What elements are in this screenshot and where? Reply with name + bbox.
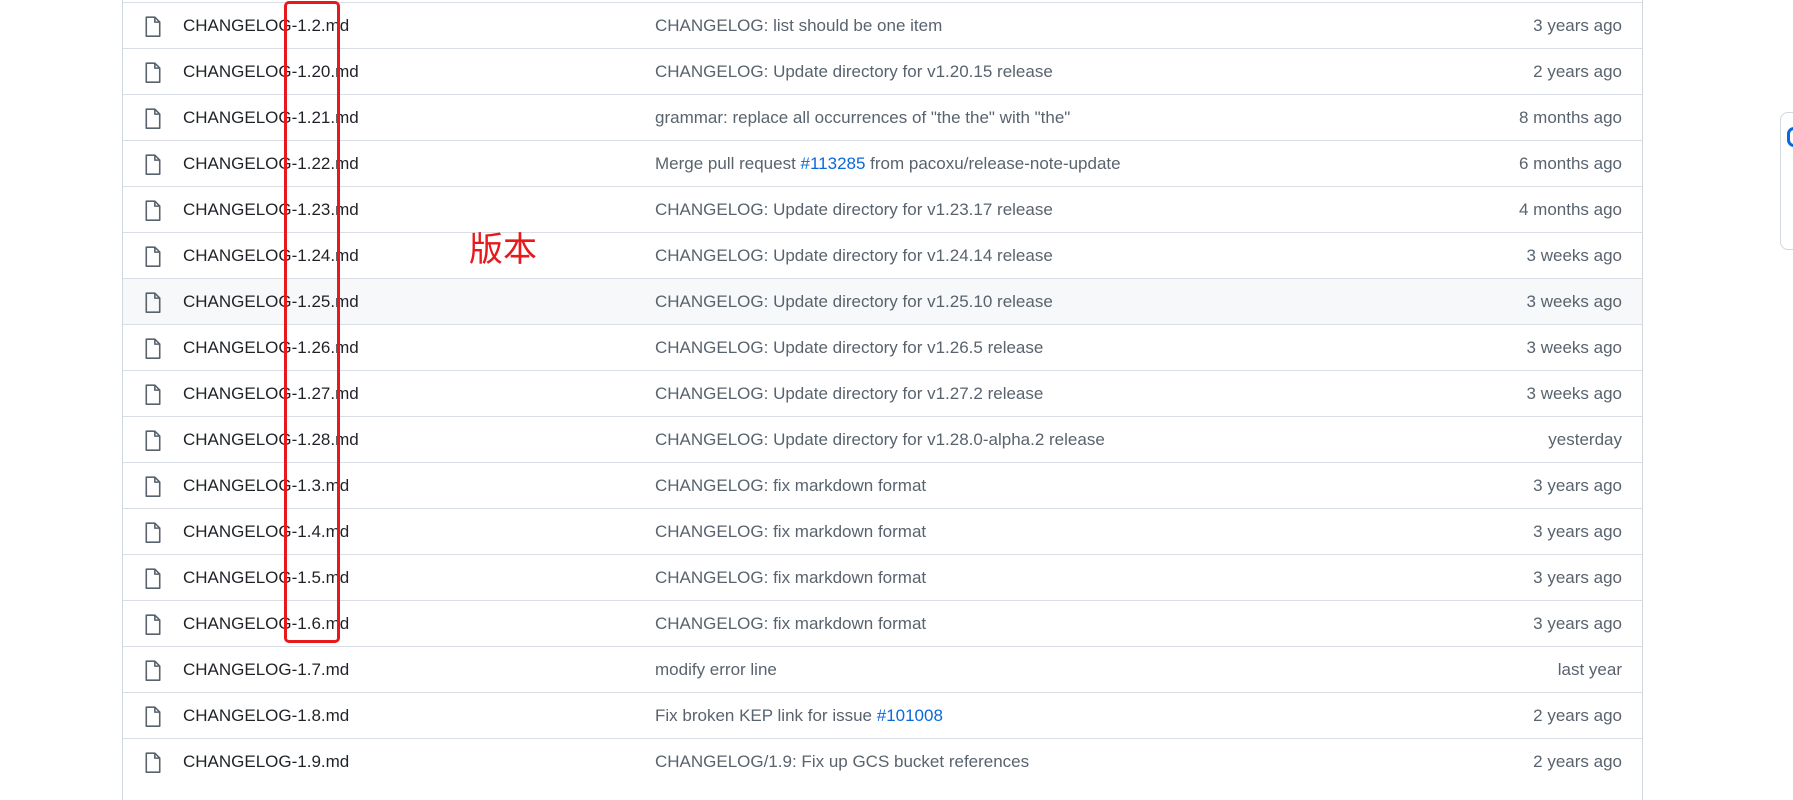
commit-message[interactable]: Fix broken KEP link for issue #101008 [655,705,943,727]
file-name-link[interactable]: CHANGELOG-1.7.md [183,659,349,681]
commit-time: 3 years ago [1533,476,1622,495]
file-icon [145,430,161,451]
file-icon [145,614,161,635]
commit-message-text[interactable]: CHANGELOG: fix markdown format [655,568,926,587]
table-row[interactable]: CHANGELOG-1.8.md Fix broken KEP link for … [123,692,1642,738]
file-icon [145,292,161,313]
table-row[interactable]: CHANGELOG-1.2.md CHANGELOG: list should b… [123,2,1642,48]
commit-time: 3 weeks ago [1526,246,1622,265]
table-row[interactable]: CHANGELOG-1.3.md CHANGELOG: fix markdown … [123,462,1642,508]
commit-message-text[interactable]: CHANGELOG: Update directory for v1.23.17… [655,200,1053,219]
commit-message-text[interactable]: CHANGELOG: Update directory for v1.26.5 … [655,338,1043,357]
commit-time: 3 years ago [1533,614,1622,633]
commit-message[interactable]: CHANGELOG: fix markdown format [655,567,926,589]
file-icon [145,660,161,681]
commit-time: 8 months ago [1518,108,1622,127]
file-name-link[interactable]: CHANGELOG-1.9.md [183,751,349,773]
side-widget[interactable] [1780,112,1793,250]
commit-time: last year [1557,660,1622,679]
commit-message[interactable]: modify error line [655,659,777,681]
table-row[interactable]: CHANGELOG-1.24.md CHANGELOG: Update direc… [123,232,1642,278]
annotation-label: 版本 [469,230,537,270]
commit-time: 2 years ago [1533,62,1622,81]
file-icon [145,476,161,497]
file-icon [145,706,161,727]
commit-message-text[interactable]: CHANGELOG: Update directory for v1.27.2 … [655,384,1043,403]
commit-message-text[interactable]: modify error line [655,660,777,679]
commit-message-text[interactable]: CHANGELOG: fix markdown format [655,614,926,633]
file-icon [145,16,161,37]
file-icon [145,200,161,221]
file-icon [145,568,161,589]
commit-time: 2 years ago [1533,752,1622,771]
commit-message-text[interactable]: CHANGELOG: Update directory for v1.28.0-… [655,430,1105,449]
commit-message[interactable]: CHANGELOG: Update directory for v1.23.17… [655,199,1053,221]
commit-time: 3 weeks ago [1526,292,1622,311]
commit-time: 2 years ago [1533,706,1622,725]
commit-message[interactable]: CHANGELOG: Update directory for v1.26.5 … [655,337,1043,359]
commit-message[interactable]: CHANGELOG: Update directory for v1.25.10… [655,291,1053,313]
file-list: CHANGELOG-1.2.md CHANGELOG: list should b… [122,0,1643,800]
commit-message-text[interactable]: grammar: replace all occurrences of "the… [655,108,1070,127]
file-icon [145,384,161,405]
table-row[interactable]: CHANGELOG-1.28.md CHANGELOG: Update direc… [123,416,1642,462]
commit-message-text[interactable]: CHANGELOG: fix markdown format [655,522,926,541]
file-icon [145,522,161,543]
commit-message[interactable]: CHANGELOG: Update directory for v1.28.0-… [655,429,1105,451]
annotation-highlight-box [284,1,340,643]
commit-message-text[interactable]: CHANGELOG: fix markdown format [655,476,926,495]
commit-message-text[interactable]: Fix broken KEP link for issue [655,706,877,725]
table-row[interactable]: CHANGELOG-1.26.md CHANGELOG: Update direc… [123,324,1642,370]
commit-message-text[interactable]: CHANGELOG: Update directory for v1.24.14… [655,246,1053,265]
table-row[interactable]: CHANGELOG-1.20.md CHANGELOG: Update direc… [123,48,1642,94]
table-row[interactable]: CHANGELOG-1.23.md CHANGELOG: Update direc… [123,186,1642,232]
commit-message-suffix[interactable]: from pacoxu/release-note-update [865,154,1120,173]
file-icon [145,62,161,83]
commit-time: 6 months ago [1518,154,1622,173]
table-row[interactable]: CHANGELOG-1.27.md CHANGELOG: Update direc… [123,370,1642,416]
table-row[interactable]: CHANGELOG-1.5.md CHANGELOG: fix markdown … [123,554,1642,600]
table-row[interactable]: CHANGELOG-1.4.md CHANGELOG: fix markdown … [123,508,1642,554]
table-row[interactable]: CHANGELOG-1.9.md CHANGELOG/1.9: Fix up GC… [123,738,1642,784]
commit-message-text[interactable]: Merge pull request [655,154,801,173]
commit-message[interactable]: CHANGELOG/1.9: Fix up GCS bucket referen… [655,751,1029,773]
commit-message[interactable]: CHANGELOG: list should be one item [655,15,942,37]
commit-message[interactable]: CHANGELOG: fix markdown format [655,521,926,543]
pull-request-link[interactable]: #101008 [877,706,943,725]
commit-message-text[interactable]: CHANGELOG/1.9: Fix up GCS bucket referen… [655,752,1029,771]
commit-message[interactable]: CHANGELOG: fix markdown format [655,613,926,635]
commit-message-text[interactable]: CHANGELOG: Update directory for v1.25.10… [655,292,1053,311]
side-widget-icon[interactable] [1787,127,1793,147]
commit-message[interactable]: CHANGELOG: Update directory for v1.20.15… [655,61,1053,83]
commit-message[interactable]: CHANGELOG: Update directory for v1.27.2 … [655,383,1043,405]
file-icon [145,108,161,129]
commit-time: yesterday [1548,430,1622,449]
file-icon [145,246,161,267]
commit-time: 3 years ago [1533,16,1622,35]
commit-time: 3 years ago [1533,522,1622,541]
commit-time: 3 years ago [1533,568,1622,587]
table-row[interactable]: CHANGELOG-1.21.md grammar: replace all oc… [123,94,1642,140]
commit-message[interactable]: Merge pull request #113285 from pacoxu/r… [655,153,1121,175]
table-row[interactable]: CHANGELOG-1.22.md Merge pull request #113… [123,140,1642,186]
commit-time: 4 months ago [1518,200,1622,219]
commit-time: 3 weeks ago [1526,338,1622,357]
file-name-link[interactable]: CHANGELOG-1.8.md [183,705,349,727]
file-icon [145,752,161,773]
commit-message-text[interactable]: CHANGELOG: Update directory for v1.20.15… [655,62,1053,81]
commit-time: 3 weeks ago [1526,384,1622,403]
commit-message-text[interactable]: CHANGELOG: list should be one item [655,16,942,35]
commit-message[interactable]: CHANGELOG: fix markdown format [655,475,926,497]
table-row[interactable]: CHANGELOG-1.7.md modify error line last ye… [123,646,1642,692]
commit-message[interactable]: CHANGELOG: Update directory for v1.24.14… [655,245,1053,267]
file-icon [145,338,161,359]
table-row[interactable]: CHANGELOG-1.25.md CHANGELOG: Update direc… [123,278,1642,324]
table-row[interactable]: CHANGELOG-1.6.md CHANGELOG: fix markdown … [123,600,1642,646]
commit-message[interactable]: grammar: replace all occurrences of "the… [655,107,1070,129]
pull-request-link[interactable]: #113285 [801,154,866,173]
file-icon [145,154,161,175]
